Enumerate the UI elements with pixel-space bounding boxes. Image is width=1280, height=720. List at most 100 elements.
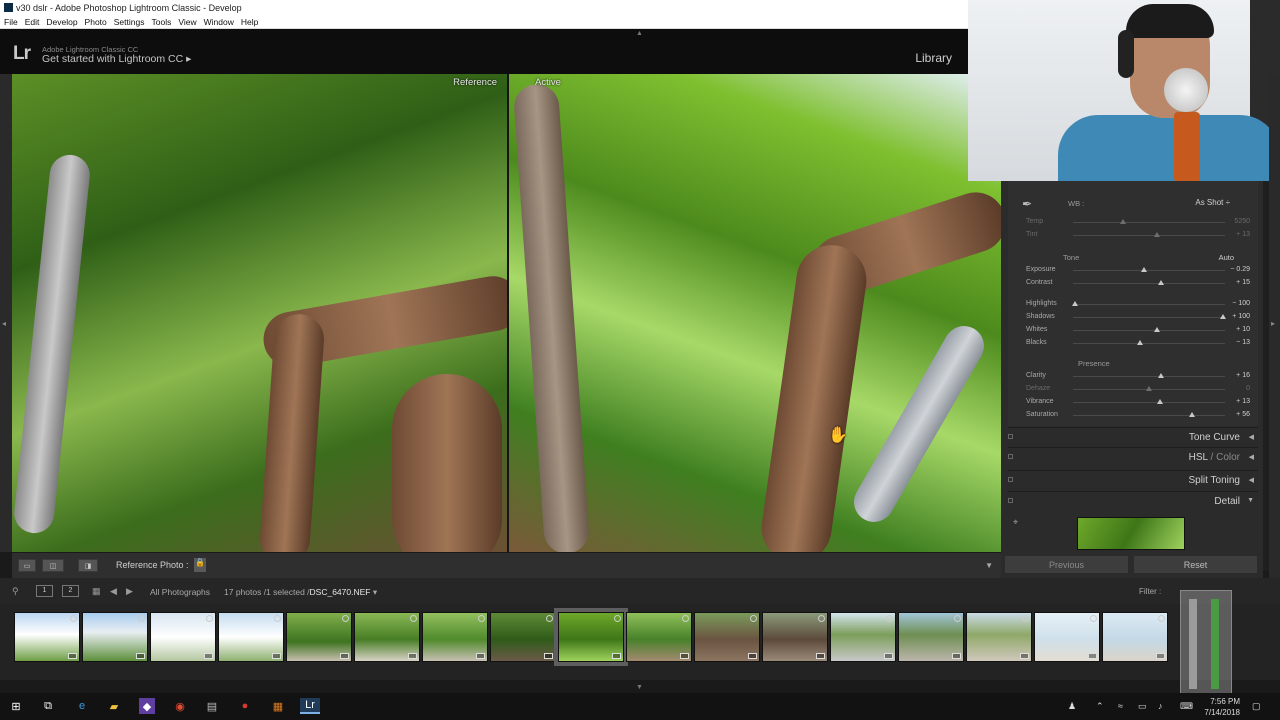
filmstrip-thumbnail[interactable]	[82, 612, 148, 662]
app-icon-purple[interactable]: ◆	[139, 698, 155, 714]
panel-split-toning[interactable]: Split Toning ◀	[1008, 470, 1258, 489]
top-panel-toggle-icon[interactable]: ▲	[636, 30, 643, 37]
chrome-icon[interactable]: ◉	[172, 698, 188, 714]
thumbnail-flag-icon[interactable]	[274, 615, 281, 622]
thumbnail-flag-icon[interactable]	[478, 615, 485, 622]
slider-temp[interactable]: Temp 5250	[1016, 217, 1258, 229]
thumbnail-flag-icon[interactable]	[886, 615, 893, 622]
slider-track[interactable]	[1073, 235, 1225, 236]
tray-chevron-up-icon[interactable]: ⌃	[1096, 701, 1104, 712]
slider-blacks[interactable]: Blacks − 13	[1016, 338, 1258, 350]
collapse-right-panel-icon[interactable]: ▸	[1271, 319, 1275, 328]
wb-picker-icon[interactable]: ✒	[1022, 197, 1032, 211]
volume-bar-right[interactable]	[1211, 599, 1219, 689]
menu-help[interactable]: Help	[241, 17, 258, 27]
filmstrip-thumbnail[interactable]	[762, 612, 828, 662]
menu-window[interactable]: Window	[204, 17, 234, 27]
previous-button[interactable]: Previous	[1005, 556, 1128, 573]
color-tab[interactable]: Color	[1216, 452, 1240, 463]
filmstrip-thumbnail[interactable]	[490, 612, 556, 662]
thumbnail-flag-icon[interactable]	[546, 615, 553, 622]
slider-saturation[interactable]: Saturation + 56	[1016, 410, 1258, 422]
slider-value[interactable]: 5250	[1234, 218, 1250, 225]
slider-vibrance[interactable]: Vibrance + 13	[1016, 397, 1258, 409]
detail-preview-thumbnail[interactable]	[1077, 517, 1185, 550]
filmstrip-thumbnail[interactable]	[422, 612, 488, 662]
slider-handle[interactable]	[1071, 301, 1078, 306]
menu-develop[interactable]: Develop	[46, 17, 77, 27]
edge-browser-icon[interactable]: e	[74, 698, 90, 714]
compare-view-icon[interactable]: ◫	[42, 559, 64, 572]
filmstrip-thumbnail[interactable]	[626, 612, 692, 662]
menu-photo[interactable]: Photo	[85, 17, 107, 27]
menu-settings[interactable]: Settings	[114, 17, 145, 27]
volume-bar-left[interactable]	[1189, 599, 1197, 689]
app-icon-red[interactable]: ●	[237, 698, 253, 714]
panel-toggle-switch[interactable]	[1008, 477, 1013, 482]
slider-value[interactable]: − 13	[1236, 339, 1250, 346]
slider-handle[interactable]	[1136, 340, 1143, 345]
slider-value[interactable]: + 13	[1236, 398, 1250, 405]
filmstrip-thumbnail[interactable]	[558, 612, 624, 662]
slider-tint[interactable]: Tint + 13	[1016, 230, 1258, 242]
panel-toggle-switch[interactable]	[1008, 498, 1013, 503]
thumbnail-flag-icon[interactable]	[750, 615, 757, 622]
filmstrip-thumbnail[interactable]	[354, 612, 420, 662]
forward-arrow-icon[interactable]: ▶	[126, 586, 133, 597]
filmstrip-thumbnail[interactable]	[830, 612, 896, 662]
slider-value[interactable]: + 16	[1236, 372, 1250, 379]
panel-hsl-color[interactable]: HSL / Color ◀	[1008, 447, 1258, 466]
slider-handle[interactable]	[1120, 219, 1127, 224]
reference-photo[interactable]: Reference	[12, 74, 507, 552]
thumbnail-flag-icon[interactable]	[1158, 615, 1165, 622]
volume-icon[interactable]: ♪	[1158, 701, 1163, 711]
menu-tools[interactable]: Tools	[151, 17, 171, 27]
task-view-icon[interactable]: ⧉	[40, 698, 56, 714]
filmstrip-count[interactable]: 17 photos /1 selected /DSC_6470.NEF ▾	[224, 587, 377, 598]
battery-icon[interactable]: ▭	[1138, 701, 1147, 712]
active-photo[interactable]: Active	[509, 74, 1001, 552]
get-started-link[interactable]: Get started with Lightroom CC ▸	[42, 53, 191, 65]
slider-handle[interactable]	[1188, 412, 1195, 417]
slider-track[interactable]	[1073, 304, 1225, 305]
auto-tone-button[interactable]: Auto	[1219, 253, 1234, 262]
filmstrip-thumbnail[interactable]	[286, 612, 352, 662]
detail-target-icon[interactable]: ⌖	[1013, 517, 1018, 528]
module-library[interactable]: Library	[915, 51, 952, 65]
filmstrip-thumbnail[interactable]	[150, 612, 216, 662]
thumbnail-flag-icon[interactable]	[614, 615, 621, 622]
slider-highlights[interactable]: Highlights − 100	[1016, 299, 1258, 311]
thumbnail-flag-icon[interactable]	[138, 615, 145, 622]
thumbnail-flag-icon[interactable]	[682, 615, 689, 622]
slider-handle[interactable]	[1153, 232, 1160, 237]
slider-handle[interactable]	[1158, 280, 1165, 285]
filmstrip-thumbnail[interactable]	[898, 612, 964, 662]
slider-contrast[interactable]: Contrast + 15	[1016, 278, 1258, 290]
thumbnail-flag-icon[interactable]	[818, 615, 825, 622]
slider-exposure[interactable]: Exposure − 0.29	[1016, 265, 1258, 277]
lightroom-taskbar-icon[interactable]: Lr	[300, 698, 320, 714]
slider-handle[interactable]	[1220, 314, 1227, 319]
people-icon[interactable]: ♟	[1068, 701, 1076, 712]
toolbar-menu-chevron-icon[interactable]: ▼	[985, 561, 993, 570]
thumbnail-flag-icon[interactable]	[1090, 615, 1097, 622]
slider-clarity[interactable]: Clarity + 16	[1016, 371, 1258, 383]
panel-detail[interactable]: Detail ▼	[1008, 491, 1258, 510]
slider-value[interactable]: 0	[1246, 385, 1250, 392]
notifications-icon[interactable]: ▢	[1252, 701, 1261, 712]
back-arrow-icon[interactable]: ◀	[110, 586, 117, 597]
slider-track[interactable]	[1073, 330, 1225, 331]
thumbnail-flag-icon[interactable]	[70, 615, 77, 622]
lock-icon[interactable]: 🔒	[194, 558, 206, 572]
reset-button[interactable]: Reset	[1134, 556, 1257, 573]
thumbnail-flag-icon[interactable]	[206, 615, 213, 622]
slider-track[interactable]	[1073, 270, 1225, 271]
bottom-panel-toggle-icon[interactable]: ▼	[636, 684, 643, 691]
thumbnail-flag-icon[interactable]	[1022, 615, 1029, 622]
expand-left-panel-icon[interactable]: ◂	[2, 319, 6, 328]
before-after-icon[interactable]: ◨	[78, 559, 98, 572]
slider-handle[interactable]	[1158, 373, 1165, 378]
thumbnail-flag-icon[interactable]	[410, 615, 417, 622]
filmstrip-thumbnail[interactable]	[694, 612, 760, 662]
menu-file[interactable]: File	[4, 17, 18, 27]
